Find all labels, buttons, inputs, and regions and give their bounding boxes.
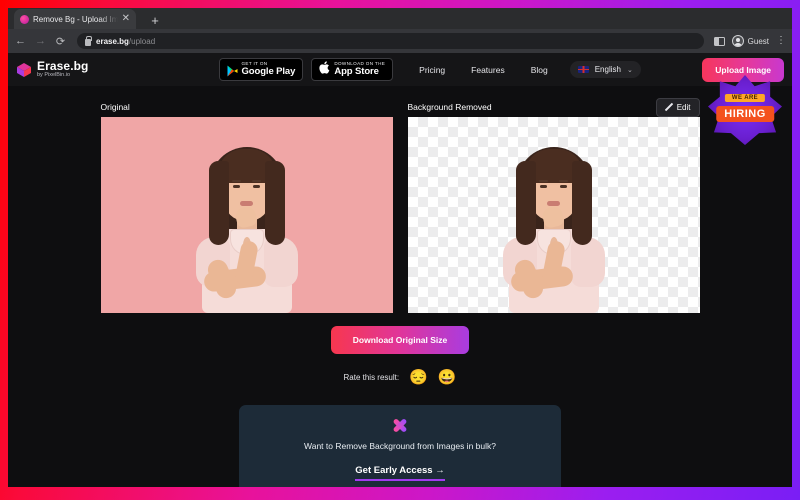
bulk-cta-card: Want to Remove Background from Images in…	[239, 405, 561, 487]
person-photo-original	[182, 141, 312, 313]
rating-row: Rate this result: 😔 😀	[8, 370, 792, 385]
language-selector[interactable]: English ⌄	[569, 61, 641, 78]
image-panels: Original Background Removed Edit	[8, 97, 792, 313]
address-bar[interactable]: erase.bg/upload	[77, 33, 704, 49]
background-removed-image	[407, 117, 700, 313]
logo-text: Erase.bg by PixelBin.io	[37, 60, 89, 79]
profile-button[interactable]: Guest	[731, 35, 769, 47]
person-photo-cutout	[489, 141, 619, 313]
site-logo[interactable]: Erase.bg by PixelBin.io	[16, 60, 89, 79]
rate-label: Rate this result:	[343, 373, 400, 382]
browser-tab[interactable]: Remove Bg - Upload Images t… ✕	[14, 9, 136, 29]
tab-close-icon[interactable]: ✕	[122, 14, 130, 24]
avatar	[731, 35, 744, 47]
google-play-big-label: Google Play	[241, 65, 296, 77]
store-badges: GET IT ON Google Play Download on	[218, 58, 394, 81]
download-original-size-button[interactable]: Download Original Size	[330, 326, 470, 354]
app-store-badge[interactable]: Download on the App Store	[311, 58, 394, 81]
main-content: Original Background Removed Edit Downloa…	[8, 86, 792, 487]
hiring-line2: HIRING	[716, 106, 774, 122]
tab-favicon-icon	[20, 14, 29, 24]
google-play-badge[interactable]: GET IT ON Google Play	[218, 58, 304, 81]
original-panel: Original	[100, 97, 393, 313]
google-play-icon	[227, 64, 238, 76]
app-store-big-label: App Store	[334, 65, 379, 77]
lock-icon	[85, 35, 92, 46]
original-label: Original	[100, 102, 130, 112]
grinning-emoji[interactable]: 😀	[438, 370, 457, 385]
new-tab-button[interactable]: +	[145, 11, 165, 29]
hiring-badge[interactable]: WE ARE HIRING	[708, 75, 782, 145]
profile-label: Guest	[747, 36, 769, 46]
browser-window: Remove Bg - Upload Images t… ✕ + ← → ⟳ e…	[8, 8, 792, 487]
get-early-access-link[interactable]: Get Early Access →	[355, 465, 445, 481]
browser-toolbar: ← → ⟳ erase.bg/upload Guest ⋮	[8, 29, 792, 53]
original-image	[100, 117, 393, 313]
logo-title: Erase.bg	[37, 59, 89, 74]
toolbar-right-group: Guest ⋮	[713, 35, 786, 47]
site-header: Erase.bg by PixelBin.io GET IT ON Google…	[8, 53, 792, 86]
uk-flag-icon	[577, 66, 589, 73]
result-panel: Background Removed Edit	[407, 97, 700, 313]
download-row: Download Original Size	[8, 326, 792, 354]
apple-icon	[319, 60, 330, 79]
tab-title: Remove Bg - Upload Images t…	[33, 14, 118, 24]
tab-strip: Remove Bg - Upload Images t… ✕ +	[8, 8, 792, 29]
pencil-icon	[665, 103, 673, 111]
forward-icon[interactable]: →	[34, 35, 47, 48]
back-icon[interactable]: ←	[14, 35, 27, 48]
nav-link-pricing[interactable]: Pricing	[419, 65, 445, 75]
result-panel-header: Background Removed Edit	[408, 97, 700, 117]
browser-menu-icon[interactable]: ⋮	[776, 36, 786, 46]
logo-subtitle: by PixelBin.io	[37, 72, 71, 79]
language-label: English	[594, 65, 621, 74]
hiring-line1: WE ARE	[724, 94, 766, 102]
bulk-x-icon	[391, 416, 409, 434]
web-page: WE ARE HIRING Erase.bg by PixelBin.io GE…	[8, 53, 792, 487]
google-play-text: GET IT ON Google Play	[241, 61, 296, 77]
erase-bg-logo-icon	[16, 62, 32, 78]
nav-link-blog[interactable]: Blog	[531, 65, 548, 75]
url-text: erase.bg/upload	[96, 37, 155, 46]
site-nav: Pricing Features Blog	[419, 65, 548, 75]
edit-button[interactable]: Edit	[655, 97, 700, 117]
side-panel-icon[interactable]	[713, 36, 725, 46]
url-path: /upload	[128, 36, 156, 46]
original-panel-header: Original	[101, 97, 393, 117]
disappointed-emoji[interactable]: 😔	[409, 370, 428, 385]
nav-link-features[interactable]: Features	[471, 65, 505, 75]
edit-button-label: Edit	[676, 102, 691, 112]
background-removed-label: Background Removed	[407, 102, 492, 112]
gradient-frame: Remove Bg - Upload Images t… ✕ + ← → ⟳ e…	[0, 0, 800, 500]
app-store-text: Download on the App Store	[334, 61, 385, 77]
url-domain: erase.bg	[96, 36, 129, 46]
reload-icon[interactable]: ⟳	[54, 35, 67, 48]
chevron-down-icon: ⌄	[626, 66, 633, 74]
bulk-cta-text: Want to Remove Background from Images in…	[304, 441, 496, 451]
